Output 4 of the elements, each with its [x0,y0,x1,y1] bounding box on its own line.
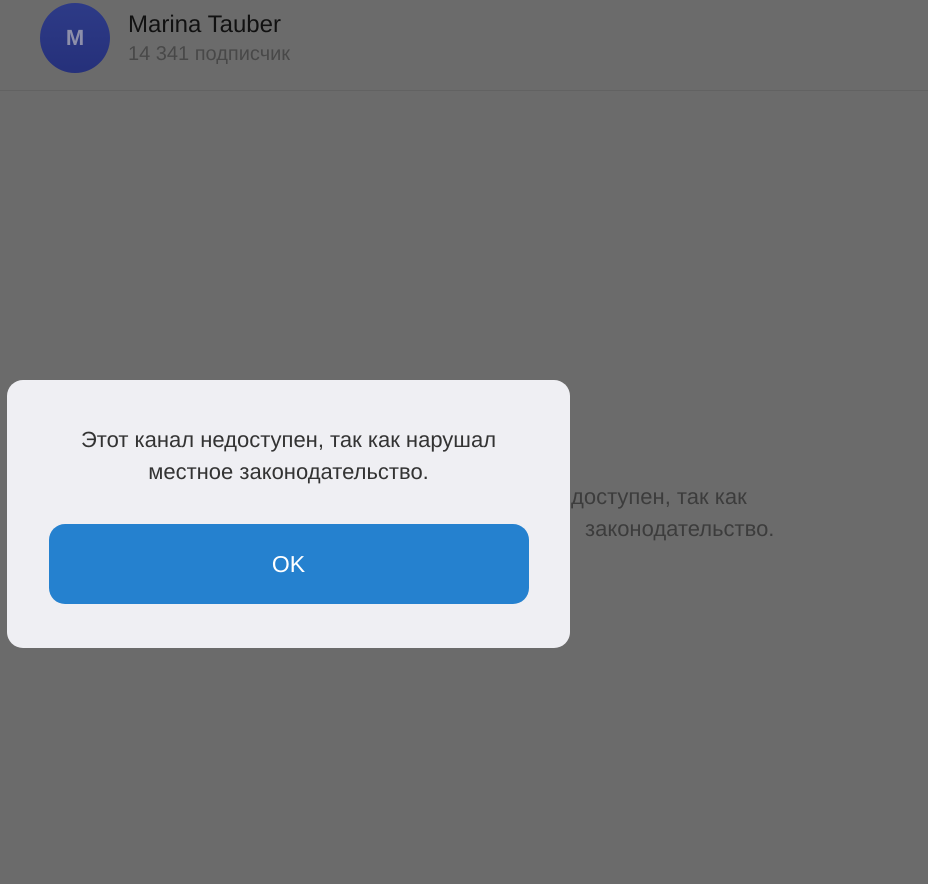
channel-name: Marina Tauber [128,10,282,38]
ok-button[interactable]: OK [48,524,528,604]
avatar: M [40,3,110,73]
alert-message: Этот канал недоступен, так как нарушал местное законодательство. [80,426,498,486]
